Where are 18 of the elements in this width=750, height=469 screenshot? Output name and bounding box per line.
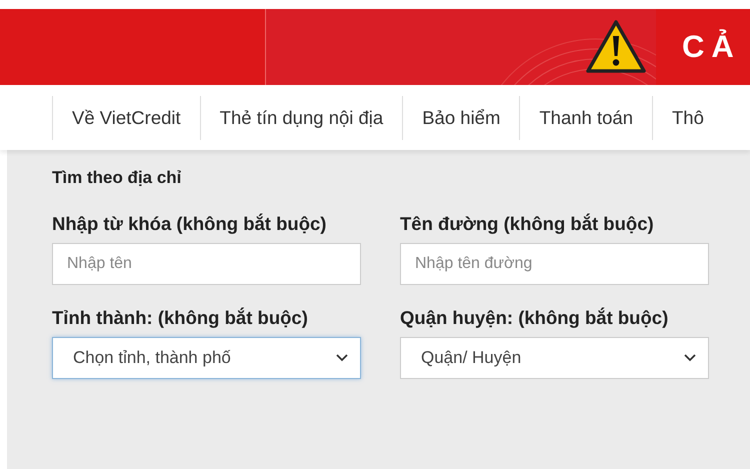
- nav-link[interactable]: Thanh toán: [519, 96, 652, 140]
- banner-title: CẢ: [682, 29, 741, 65]
- input-field[interactable]: Nhập tên đường: [400, 243, 709, 285]
- field-label: Quận huyện: (không bắt buộc): [400, 307, 670, 329]
- chevron-down-icon: [336, 354, 348, 362]
- chevron-down-icon: [684, 354, 696, 362]
- dropdown[interactable]: Chọn tỉnh, thành phố: [52, 337, 361, 379]
- nav-link[interactable]: Thô: [652, 96, 723, 140]
- section-title: Tìm theo địa chỉ: [52, 168, 182, 189]
- warning-icon: [585, 19, 647, 75]
- nav-link[interactable]: Về VietCredit: [52, 96, 200, 140]
- field-label: Nhập từ khóa (không bắt buộc): [52, 213, 328, 235]
- input-field[interactable]: Nhập tên: [52, 243, 361, 285]
- nav-link[interactable]: Bảo hiểm: [402, 96, 520, 140]
- field-label: Tên đường (không bắt buộc): [400, 213, 655, 235]
- field-label: Tỉnh thành: (không bắt buộc): [52, 307, 309, 329]
- dropdown[interactable]: Quận/ Huyện: [400, 337, 709, 379]
- nav-link[interactable]: Thẻ tín dụng nội địa: [200, 96, 402, 140]
